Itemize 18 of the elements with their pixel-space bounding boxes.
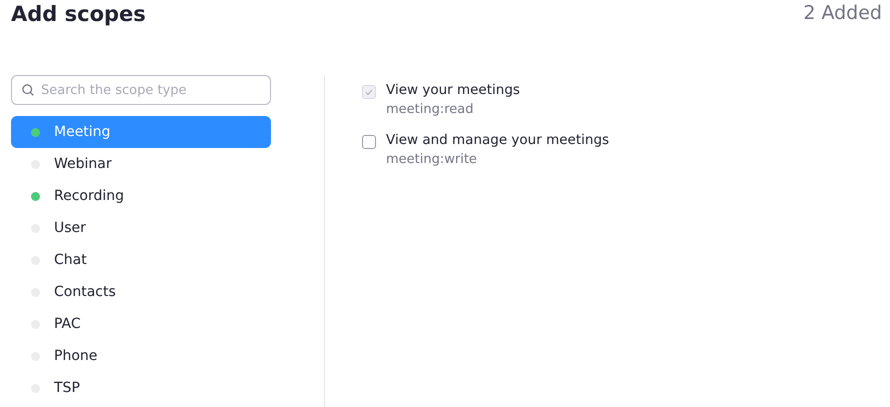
- scope-checkbox[interactable]: [362, 135, 376, 149]
- search-field[interactable]: Search the scope type: [11, 75, 271, 105]
- category-item[interactable]: User: [11, 212, 271, 244]
- search-icon: [22, 84, 34, 96]
- category-item[interactable]: Contacts: [11, 276, 271, 308]
- category-item[interactable]: PAC: [11, 308, 271, 340]
- scope-title: View and manage your meetings: [386, 132, 610, 148]
- scope-name: meeting:read: [386, 102, 475, 117]
- category-item[interactable]: Recording: [11, 180, 271, 212]
- scope-title: View your meetings: [386, 82, 520, 98]
- scope-name: meeting:write: [386, 152, 478, 167]
- category-item[interactable]: Webinar: [11, 148, 271, 180]
- category-item[interactable]: Chat: [11, 244, 271, 276]
- page-title: Add scopes: [11, 2, 146, 26]
- added-count: 2 Added: [803, 2, 882, 24]
- category-item[interactable]: Phone: [11, 340, 271, 372]
- category-item[interactable]: TSP: [11, 372, 271, 404]
- check-icon: [365, 88, 373, 96]
